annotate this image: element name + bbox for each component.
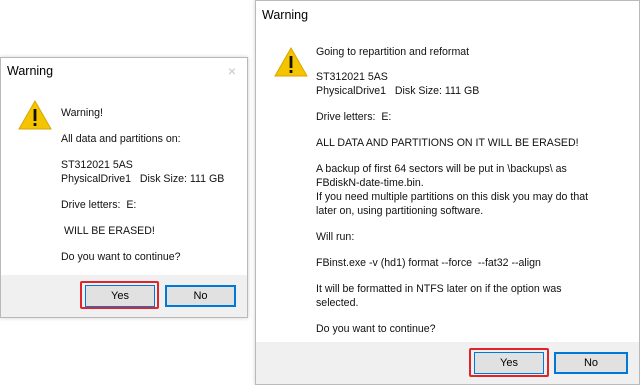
left-model: ST312021 5AS (61, 159, 133, 171)
left-intro: All data and partitions on: (61, 133, 181, 145)
right-ntfs-line-2: selected. (316, 297, 359, 309)
right-titlebar: Warning (256, 1, 639, 29)
close-icon[interactable]: × (223, 62, 241, 80)
left-button-bar: Yes No (1, 275, 247, 317)
left-heading: Warning! (61, 107, 103, 119)
right-drive-letters: Drive letters: E: (316, 111, 392, 123)
left-question: Do you want to continue? (61, 251, 181, 263)
left-message: Warning! All data and partitions on: ST3… (61, 106, 224, 264)
right-heading: Going to repartition and reformat (316, 46, 470, 58)
left-dialog-title: Warning (7, 64, 54, 78)
right-button-bar: Yes No (256, 342, 639, 384)
left-drive-letters: Drive letters: E: (61, 199, 137, 211)
left-yes-button[interactable]: Yes (85, 285, 155, 307)
right-backup-line-4: later on, using partitioning software. (316, 205, 484, 217)
right-drive-info: PhysicalDrive1 Disk Size: 111 GB (316, 85, 480, 97)
right-message: Going to repartition and reformat ST3120… (316, 45, 588, 336)
left-drive-info: PhysicalDrive1 Disk Size: 111 GB (61, 173, 225, 185)
left-warning-dialog: Warning × Warning! All data and partitio… (0, 57, 248, 318)
right-ntfs-line-1: It will be formatted in NTFS later on if… (316, 283, 562, 295)
right-dialog-title: Warning (262, 8, 309, 22)
right-question: Do you want to continue? (316, 323, 436, 335)
left-titlebar: Warning × (1, 58, 247, 86)
left-erase-warning: WILL BE ERASED! (61, 225, 155, 237)
right-model: ST312021 5AS (316, 71, 388, 83)
right-erase-warning: ALL DATA AND PARTITIONS ON IT WILL BE ER… (316, 137, 579, 149)
right-command: FBinst.exe -v (hd1) format --force --fat… (316, 257, 541, 269)
right-backup-line-2: FBdiskN-date-time.bin. (316, 177, 424, 189)
right-yes-button[interactable]: Yes (474, 352, 544, 374)
warning-icon (274, 47, 308, 77)
right-backup-line-1: A backup of first 64 sectors will be put… (316, 163, 567, 175)
right-backup-line-3: If you need multiple partitions on this … (316, 191, 589, 203)
right-warning-dialog: Warning Going to repartition and reforma… (255, 0, 640, 385)
right-no-button[interactable]: No (554, 352, 628, 374)
right-will-run: Will run: (316, 231, 355, 243)
left-no-button[interactable]: No (165, 285, 236, 307)
warning-icon (18, 100, 52, 130)
